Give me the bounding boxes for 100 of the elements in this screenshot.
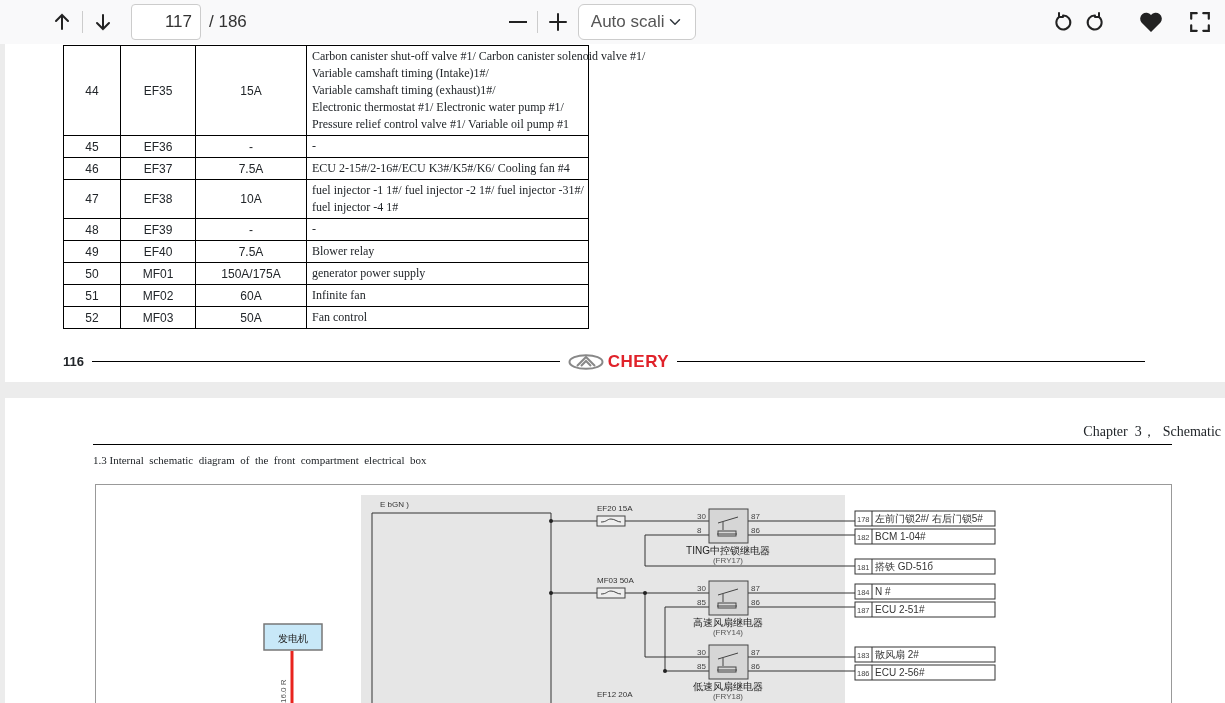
connector-label: ECU 2-56# xyxy=(875,666,925,677)
fuse-label: MF03 50A xyxy=(597,575,634,585)
logo-emblem-icon xyxy=(567,353,604,370)
pin-label: 86 xyxy=(751,661,760,671)
power-wire xyxy=(290,650,294,703)
fuse-label: EF12 20A xyxy=(597,689,633,699)
table-cell: 10A xyxy=(195,179,307,219)
page-number-field[interactable]: 117 xyxy=(131,4,201,40)
table-cell: 150A/175A xyxy=(195,262,307,285)
zoom-out-button[interactable] xyxy=(506,19,529,25)
junction-dot xyxy=(549,518,553,523)
rotate-left-icon xyxy=(1053,12,1073,32)
table-cell: 52 xyxy=(63,306,121,329)
table-cell: MF02 xyxy=(120,284,196,307)
table-cell: EF40 xyxy=(120,240,196,263)
table-cell-text: Infinite fan xyxy=(312,287,366,304)
page-number: 116 xyxy=(63,353,84,371)
table-cell: 44 xyxy=(63,45,121,136)
junction-dot xyxy=(549,590,553,595)
down-arrow-icon xyxy=(93,12,113,32)
table-cell: 45 xyxy=(63,135,121,158)
relay-id: (FRY14) xyxy=(712,627,744,637)
table-cell: 15A xyxy=(195,45,307,136)
relay-drawing xyxy=(708,580,749,615)
pin-label: 30 xyxy=(697,647,706,657)
pin-label: 85 xyxy=(697,661,706,671)
table-cell: 51 xyxy=(63,284,121,307)
relay-drawing xyxy=(708,644,749,679)
wire xyxy=(550,520,598,521)
relay-drawing xyxy=(708,508,749,543)
table-cell-text: Fan control xyxy=(312,309,367,326)
pin-label: 30 xyxy=(697,583,706,593)
junction-dot xyxy=(663,668,667,673)
fuse-icon xyxy=(596,587,626,598)
zoom-select[interactable]: Auto scali xyxy=(577,4,696,40)
fullscreen-button[interactable] xyxy=(1187,9,1213,35)
table-cell: MF01 xyxy=(120,262,196,285)
table-cell-text: Electronic thermostat #1/ Electronic water pump #1/ xyxy=(312,99,564,116)
pin-label: 87 xyxy=(751,647,760,657)
table-cell-text: Variable camshaft timing (Intake)1#/ xyxy=(312,65,489,82)
logo-text: CHERY xyxy=(607,353,670,371)
relay-name: TING中控锁继电器 xyxy=(686,544,770,556)
generator-label: 发电机 xyxy=(278,632,308,644)
pin-label: 86 xyxy=(751,525,760,535)
table-cell: EF39 xyxy=(120,218,196,241)
up-arrow-icon xyxy=(52,12,72,32)
table-cell-text: generator power supply xyxy=(312,265,426,282)
table-cell: EF36 xyxy=(120,135,196,158)
connector-label: 搭铁 GD-51б xyxy=(875,560,933,571)
table-cell-text: ECU 2-15#/2-16#/ECU K3#/K5#/K6/ Cooling fan #4 xyxy=(312,160,570,177)
pin-label: 8 xyxy=(697,525,702,535)
pin-label: 87 xyxy=(751,511,760,521)
generator-box xyxy=(263,622,323,651)
connector-label: BCM 1-04# xyxy=(875,530,926,541)
table-cell-text: Pressure relief control valve #1/ Variable oil pump #1 xyxy=(312,116,570,133)
table-cell: 7.5A xyxy=(195,157,307,180)
table-cell: 46 xyxy=(63,157,121,180)
connector-label: N # xyxy=(875,585,891,596)
table-cell: 50A xyxy=(195,306,307,329)
table-cell: EF37 xyxy=(120,157,196,180)
rotate-right-icon xyxy=(1085,12,1105,32)
table-cell-text: Variable camshaft timing (exhaust)1#/ xyxy=(312,82,496,99)
table-cell: EF38 xyxy=(120,179,196,219)
table-cell: 50 xyxy=(63,262,121,285)
table-cell-text: - xyxy=(312,138,316,155)
section-caption: 1.3 Internal schematic diagram of the front compartment electrical box xyxy=(93,453,428,468)
table-cell-text: Blower relay xyxy=(312,243,375,260)
table-cell-text: fuel injector -1 1#/ fuel injector -2 1#/ fuel injector -31#/ xyxy=(312,182,584,199)
relay-name: 低速风扇继电器 xyxy=(693,680,763,692)
connector-label: 左前门锁2#/ 右后门锁5# xyxy=(875,512,983,523)
pin-label: 86 xyxy=(751,597,760,607)
junction-dot xyxy=(643,590,647,595)
relay-id: (FRY17) xyxy=(712,555,744,565)
wire xyxy=(550,592,598,593)
chapter-heading: Chapter 3， Schematic xyxy=(1083,423,1221,441)
minus-icon xyxy=(508,21,527,23)
wire-label: 16.0 R xyxy=(279,678,288,703)
connector-label: ECU 2-51# xyxy=(875,603,925,614)
fullscreen-icon xyxy=(1189,11,1211,33)
table-cell-text: fuel injector -4 1# xyxy=(312,199,399,216)
fuse-label: EF20 15A xyxy=(597,503,633,513)
table-cell: 49 xyxy=(63,240,121,263)
table-cell: EF35 xyxy=(120,45,196,136)
table-cell: MF03 xyxy=(120,306,196,329)
table-cell: 7.5A xyxy=(195,240,307,263)
heart-icon xyxy=(1139,11,1163,33)
pin-label: 87 xyxy=(751,583,760,593)
table-cell: - xyxy=(195,218,307,241)
relay-name: 高速风扇继电器 xyxy=(693,616,763,628)
table-cell: 47 xyxy=(63,179,121,219)
fuse-icon xyxy=(596,515,626,526)
page-count: / 186 xyxy=(209,11,247,34)
plus-icon xyxy=(547,12,568,32)
table-cell: 60A xyxy=(195,284,307,307)
pin-label: 85 xyxy=(697,597,706,607)
supply-label: E bGN ) xyxy=(380,499,409,509)
connector-label: 散风扇 2# xyxy=(875,648,919,659)
relay-id: (FRY18) xyxy=(712,691,744,701)
table-cell: 48 xyxy=(63,218,121,241)
pin-label: 30 xyxy=(697,511,706,521)
